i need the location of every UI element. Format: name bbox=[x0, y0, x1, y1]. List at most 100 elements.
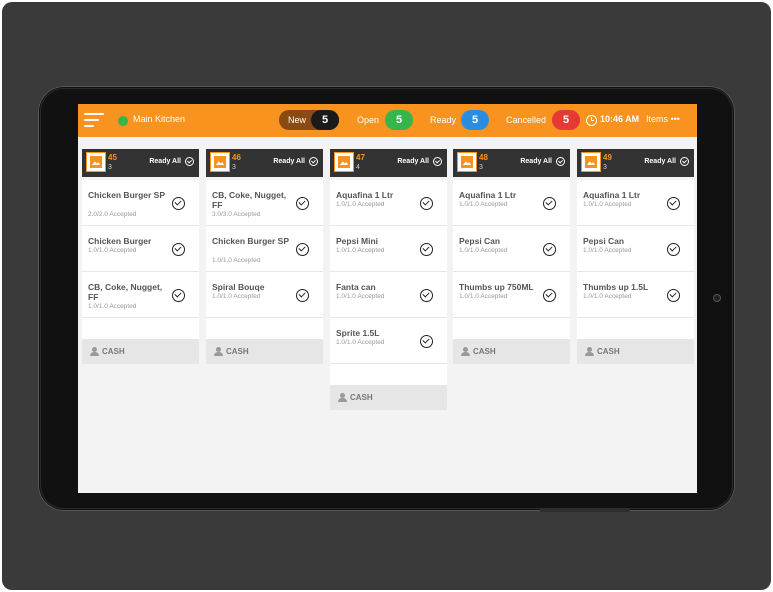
order-header: 49 3 Ready All bbox=[577, 149, 694, 177]
item-status: 1.0/1.0 Accepted bbox=[336, 201, 385, 208]
item-status: 1.0/1.0 Accepted bbox=[459, 247, 508, 254]
filter-new-count: 5 bbox=[311, 110, 339, 130]
camera-icon bbox=[714, 295, 720, 301]
check-circle-icon[interactable] bbox=[296, 243, 309, 256]
item-name: Chicken Burger SP bbox=[212, 236, 289, 246]
order-line-item[interactable]: Aquafina 1 Ltr 1.0/1.0 Accepted bbox=[330, 180, 447, 226]
check-circle-icon[interactable] bbox=[296, 197, 309, 210]
filter-new[interactable]: New 5 bbox=[279, 110, 339, 130]
person-icon bbox=[585, 347, 594, 356]
payment-method: CASH bbox=[226, 347, 249, 356]
check-circle-icon[interactable] bbox=[667, 289, 680, 302]
menu-icon[interactable] bbox=[84, 113, 106, 129]
order-line-item[interactable]: Chicken Burger SP 2.0/2.0 Accepted bbox=[82, 180, 199, 226]
item-name: Sprite 1.5L bbox=[336, 328, 380, 338]
check-circle-icon[interactable] bbox=[543, 197, 556, 210]
ready-all-button[interactable]: Ready All bbox=[149, 158, 181, 165]
item-status: 1.0/1.0 Accepted bbox=[336, 339, 385, 346]
current-time: 10:46 AM bbox=[600, 114, 640, 124]
check-circle-icon[interactable] bbox=[309, 157, 318, 166]
order-number: 47 bbox=[356, 153, 365, 162]
image-icon bbox=[581, 152, 601, 172]
check-circle-icon[interactable] bbox=[680, 157, 689, 166]
check-circle-icon[interactable] bbox=[185, 157, 194, 166]
filter-ready-label: Ready bbox=[430, 115, 457, 125]
order-line-item[interactable]: CB, Coke, Nugget, FF 1.0/1.0 Accepted bbox=[82, 272, 199, 318]
item-name: Fanta can bbox=[336, 282, 376, 292]
clock-icon bbox=[586, 115, 597, 126]
check-circle-icon[interactable] bbox=[667, 243, 680, 256]
top-bar: Main Kitchen New 5 Open 5 Ready 5 Cancel… bbox=[78, 104, 697, 137]
person-icon bbox=[461, 347, 470, 356]
check-circle-icon[interactable] bbox=[420, 289, 433, 302]
order-line-item[interactable]: Chicken Burger SP 1.0/1.0 Accepted bbox=[206, 226, 323, 272]
filter-open[interactable]: Open 5 bbox=[357, 110, 413, 130]
order-line-item[interactable]: Spiral Bouqe 1.0/1.0 Accepted bbox=[206, 272, 323, 318]
order-item-count: 3 bbox=[479, 164, 483, 171]
payment-method: CASH bbox=[473, 347, 496, 356]
ready-all-button[interactable]: Ready All bbox=[520, 158, 552, 165]
card-spacer bbox=[330, 364, 447, 385]
filter-cancelled-count: 5 bbox=[552, 110, 580, 130]
payment-footer: CASH bbox=[330, 385, 447, 410]
item-status: 2.0/2.0 Accepted bbox=[88, 211, 137, 218]
ready-all-button[interactable]: Ready All bbox=[397, 158, 429, 165]
image-icon bbox=[334, 152, 354, 172]
item-status: 1.0/1.0 Accepted bbox=[583, 201, 632, 208]
order-number: 48 bbox=[479, 153, 488, 162]
check-circle-icon[interactable] bbox=[172, 197, 185, 210]
ready-all-button[interactable]: Ready All bbox=[273, 158, 305, 165]
order-card: 48 3 Ready All Aquafina 1 Ltr 1.0/1.0 Accept… bbox=[453, 149, 570, 364]
order-line-item[interactable]: Thumbs up 750ML 1.0/1.0 Accepted bbox=[453, 272, 570, 318]
check-circle-icon[interactable] bbox=[172, 243, 185, 256]
order-header: 48 3 Ready All bbox=[453, 149, 570, 177]
item-name: Pepsi Can bbox=[583, 236, 625, 246]
item-status: 1.0/1.0 Accepted bbox=[336, 247, 385, 254]
check-circle-icon[interactable] bbox=[543, 243, 556, 256]
order-card: 47 4 Ready All Aquafina 1 Ltr 1.0/1.0 Accept… bbox=[330, 149, 447, 410]
order-header: 45 3 Ready All bbox=[82, 149, 199, 177]
items-menu-button[interactable]: Items ••• bbox=[646, 114, 680, 124]
person-icon bbox=[338, 393, 347, 402]
check-circle-icon[interactable] bbox=[667, 197, 680, 210]
order-line-item[interactable]: Fanta can 1.0/1.0 Accepted bbox=[330, 272, 447, 318]
check-circle-icon[interactable] bbox=[172, 289, 185, 302]
order-item-count: 4 bbox=[356, 164, 360, 171]
card-spacer bbox=[82, 318, 199, 339]
kitchen-selector[interactable]: Main Kitchen bbox=[133, 114, 185, 124]
order-number: 49 bbox=[603, 153, 612, 162]
item-name: Aquafina 1 Ltr bbox=[459, 190, 517, 200]
check-circle-icon[interactable] bbox=[296, 289, 309, 302]
order-item-count: 3 bbox=[108, 164, 112, 171]
payment-method: CASH bbox=[102, 347, 125, 356]
order-line-item[interactable]: Aquafina 1 Ltr 1.0/1.0 Accepted bbox=[453, 180, 570, 226]
check-circle-icon[interactable] bbox=[556, 157, 565, 166]
item-status: 1.0/1.0 Accepted bbox=[583, 293, 632, 300]
order-line-item[interactable]: Pepsi Mini 1.0/1.0 Accepted bbox=[330, 226, 447, 272]
order-line-item[interactable]: Thumbs up 1.5L 1.0/1.0 Accepted bbox=[577, 272, 694, 318]
person-icon bbox=[90, 347, 99, 356]
payment-footer: CASH bbox=[206, 339, 323, 364]
order-item-count: 3 bbox=[232, 164, 236, 171]
filter-cancelled[interactable]: Cancelled 5 bbox=[506, 110, 580, 130]
filter-ready[interactable]: Ready 5 bbox=[430, 110, 490, 130]
item-name: Thumbs up 750ML bbox=[459, 282, 534, 292]
filter-new-label: New bbox=[288, 115, 307, 125]
payment-footer: CASH bbox=[577, 339, 694, 364]
order-line-item[interactable]: Aquafina 1 Ltr 1.0/1.0 Accepted bbox=[577, 180, 694, 226]
order-line-item[interactable]: Pepsi Can 1.0/1.0 Accepted bbox=[453, 226, 570, 272]
order-line-item[interactable]: CB, Coke, Nugget, FF 3.0/3.0 Accepted bbox=[206, 180, 323, 226]
order-line-item[interactable]: Pepsi Can 1.0/1.0 Accepted bbox=[577, 226, 694, 272]
check-circle-icon[interactable] bbox=[543, 289, 556, 302]
ready-all-button[interactable]: Ready All bbox=[644, 158, 676, 165]
check-circle-icon[interactable] bbox=[420, 335, 433, 348]
check-circle-icon[interactable] bbox=[433, 157, 442, 166]
item-name: Aquafina 1 Ltr bbox=[336, 190, 394, 200]
check-circle-icon[interactable] bbox=[420, 243, 433, 256]
tablet-side-button bbox=[540, 508, 630, 512]
item-name: CB, Coke, Nugget, FF bbox=[212, 190, 287, 210]
check-circle-icon[interactable] bbox=[420, 197, 433, 210]
order-line-item[interactable]: Chicken Burger 1.0/1.0 Accepted bbox=[82, 226, 199, 272]
order-line-item[interactable]: Sprite 1.5L 1.0/1.0 Accepted bbox=[330, 318, 447, 364]
item-name: Thumbs up 1.5L bbox=[583, 282, 649, 292]
